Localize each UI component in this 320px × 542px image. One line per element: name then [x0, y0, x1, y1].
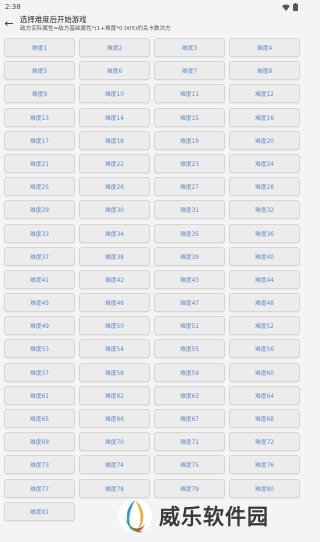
level-button[interactable]: 难度38: [79, 246, 150, 266]
level-button[interactable]: 难度9: [4, 84, 75, 104]
level-button[interactable]: 难度3: [154, 38, 225, 57]
level-button[interactable]: 难度20: [229, 130, 300, 150]
level-button[interactable]: 难度68: [229, 409, 300, 428]
level-button[interactable]: 难度37: [4, 246, 75, 266]
level-button[interactable]: 难度17: [4, 130, 75, 150]
watermark-text: 威乐软件园: [159, 504, 269, 529]
level-button[interactable]: 难度60: [229, 362, 300, 382]
level-button[interactable]: 难度33: [4, 223, 75, 243]
level-button[interactable]: 难度26: [79, 177, 150, 197]
level-button[interactable]: 难度21: [4, 153, 75, 173]
level-button[interactable]: 难度57: [4, 362, 75, 382]
level-button[interactable]: 难度2: [79, 38, 150, 57]
header: ← 选择难度后开始游戏 敌方实际属性=敌方基础属性*(1+难度*0.005)的关…: [0, 14, 303, 38]
level-button[interactable]: 难度4: [229, 38, 300, 57]
level-button[interactable]: 难度41: [4, 269, 75, 289]
level-button[interactable]: 难度54: [79, 339, 150, 359]
level-button[interactable]: 难度42: [79, 269, 150, 289]
level-button[interactable]: 难度27: [154, 177, 225, 197]
level-button[interactable]: 难度43: [154, 269, 225, 289]
level-button[interactable]: 难度59: [154, 362, 225, 382]
level-button[interactable]: 难度50: [79, 316, 150, 336]
level-button[interactable]: 难度8: [229, 61, 300, 81]
level-button[interactable]: 难度40: [229, 246, 300, 266]
page-title: 选择难度后开始游戏: [20, 15, 87, 24]
level-button[interactable]: 难度29: [4, 200, 75, 220]
level-button[interactable]: 难度22: [79, 153, 150, 173]
level-button[interactable]: 难度24: [229, 153, 300, 173]
level-button[interactable]: 难度51: [154, 316, 225, 336]
level-button[interactable]: 难度18: [79, 130, 150, 150]
watermark: 威乐软件园: [115, 492, 301, 540]
level-button[interactable]: 难度58: [79, 362, 150, 382]
level-button[interactable]: 难度56: [229, 339, 300, 359]
level-button[interactable]: 难度31: [154, 200, 225, 220]
level-button[interactable]: 难度19: [154, 130, 225, 150]
level-button[interactable]: 难度61: [4, 385, 75, 405]
status-icons: [282, 3, 298, 11]
level-button[interactable]: 难度49: [4, 316, 75, 336]
level-button[interactable]: 难度65: [4, 409, 75, 428]
level-button[interactable]: 难度25: [4, 177, 75, 197]
level-button[interactable]: 难度13: [4, 107, 75, 127]
level-button[interactable]: 难度63: [154, 385, 225, 405]
level-button[interactable]: 难度64: [229, 385, 300, 405]
level-button[interactable]: 难度6: [79, 61, 150, 81]
level-button[interactable]: 难度67: [154, 409, 225, 428]
level-button[interactable]: 难度12: [229, 84, 300, 104]
level-button[interactable]: 难度46: [79, 293, 150, 313]
level-button[interactable]: 难度81: [4, 501, 75, 521]
level-button[interactable]: 难度55: [154, 339, 225, 359]
level-button[interactable]: 难度75: [154, 455, 225, 475]
level-button[interactable]: 难度28: [229, 177, 300, 197]
level-button[interactable]: 难度30: [79, 200, 150, 220]
level-button[interactable]: 难度44: [229, 269, 300, 289]
level-button[interactable]: 难度48: [229, 293, 300, 313]
level-button[interactable]: 难度45: [4, 293, 75, 313]
level-button[interactable]: 难度71: [154, 432, 225, 452]
level-button[interactable]: 难度52: [229, 316, 300, 336]
watermark-logo-icon: [118, 499, 152, 533]
page-subtitle: 敌方实际属性=敌方基础属性*(1+难度*0.005)的关卡数次方: [20, 25, 171, 32]
level-button[interactable]: 难度76: [229, 455, 300, 475]
level-button[interactable]: 难度69: [4, 432, 75, 452]
level-button[interactable]: 难度15: [154, 107, 225, 127]
level-button[interactable]: 难度16: [229, 107, 300, 127]
level-button[interactable]: 难度36: [229, 223, 300, 243]
level-button[interactable]: 难度35: [154, 223, 225, 243]
level-button[interactable]: 难度77: [4, 478, 75, 498]
level-button[interactable]: 难度70: [79, 432, 150, 452]
level-button[interactable]: 难度5: [4, 61, 75, 81]
level-button[interactable]: 难度1: [4, 38, 75, 57]
level-button[interactable]: 难度62: [79, 385, 150, 405]
level-button[interactable]: 难度39: [154, 246, 225, 266]
level-button[interactable]: 难度10: [79, 84, 150, 104]
level-button[interactable]: 难度23: [154, 153, 225, 173]
level-button[interactable]: 难度32: [229, 200, 300, 220]
wifi-icon: [282, 4, 290, 11]
level-button[interactable]: 难度47: [154, 293, 225, 313]
level-button[interactable]: 难度7: [154, 61, 225, 81]
level-button[interactable]: 难度11: [154, 84, 225, 104]
battery-icon: [293, 3, 298, 11]
level-grid: 难度1 难度2 难度3 难度4 难度5 难度6 难度7 难度8 难度9 难度10 难度11 难度12 难…: [4, 38, 300, 521]
level-button[interactable]: 难度74: [79, 455, 150, 475]
level-button[interactable]: 难度66: [79, 409, 150, 428]
back-arrow-icon[interactable]: ←: [4, 16, 14, 30]
status-time: 2:38: [5, 3, 21, 11]
level-button[interactable]: 难度14: [79, 107, 150, 127]
level-button[interactable]: 难度53: [4, 339, 75, 359]
level-button[interactable]: 难度34: [79, 223, 150, 243]
status-bar: 2:38: [0, 0, 303, 14]
level-button[interactable]: 难度73: [4, 455, 75, 475]
level-button[interactable]: 难度72: [229, 432, 300, 452]
